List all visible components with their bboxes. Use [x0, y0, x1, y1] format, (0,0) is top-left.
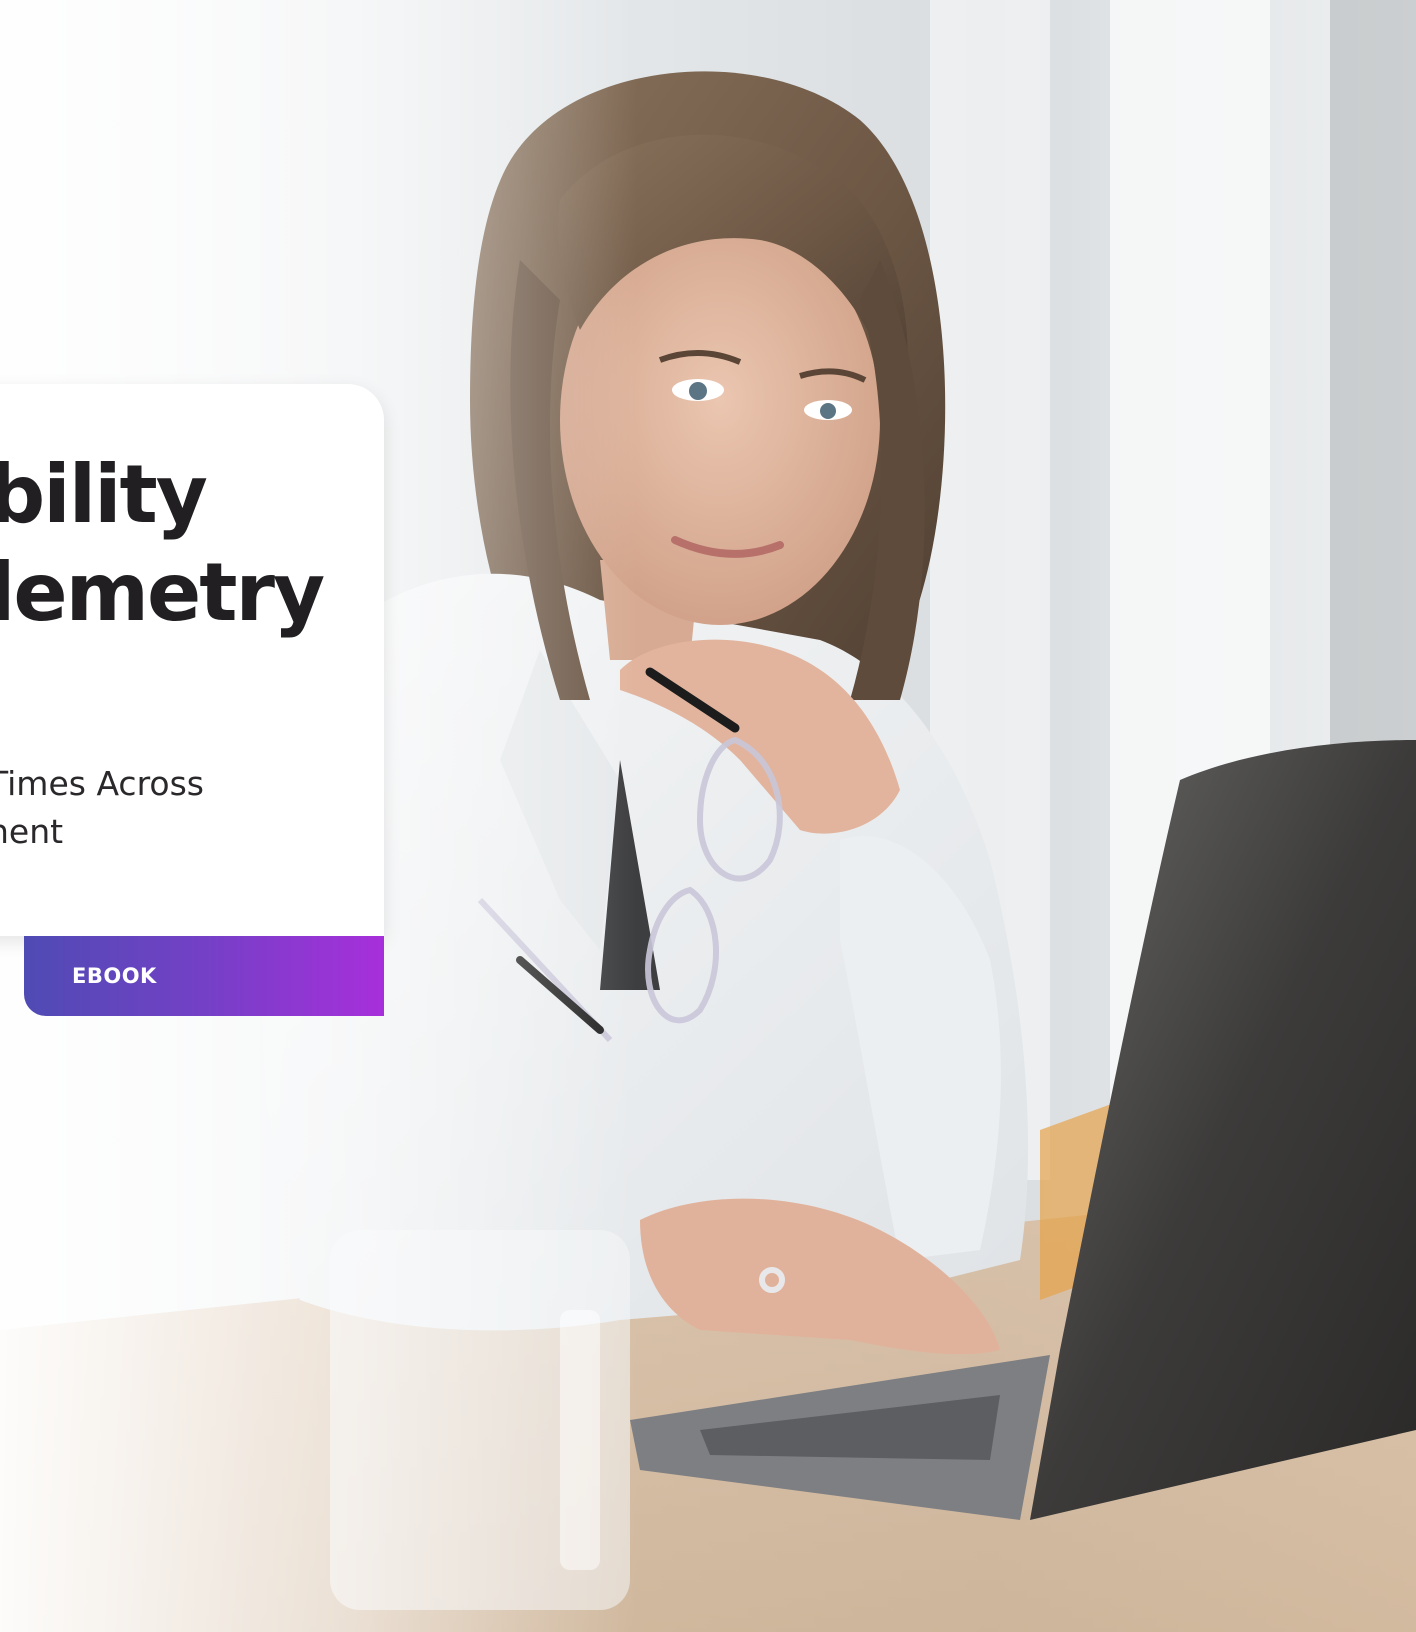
content-type-tag: EBOOK	[24, 936, 384, 1016]
card-subtitle-line-1: Times Across	[0, 764, 204, 803]
card-title-line-1: bility	[0, 448, 208, 541]
card-subtitle: Times Across nent	[0, 760, 204, 856]
tag-label: EBOOK	[72, 964, 157, 988]
hero-banner: bility lemetry Times Across nent EBOOK	[0, 0, 1416, 1632]
card-title-line-2: lemetry	[0, 546, 325, 639]
card-title: bility lemetry	[0, 446, 325, 642]
content-card: bility lemetry Times Across nent	[0, 384, 384, 936]
card-subtitle-line-2: nent	[0, 812, 64, 851]
